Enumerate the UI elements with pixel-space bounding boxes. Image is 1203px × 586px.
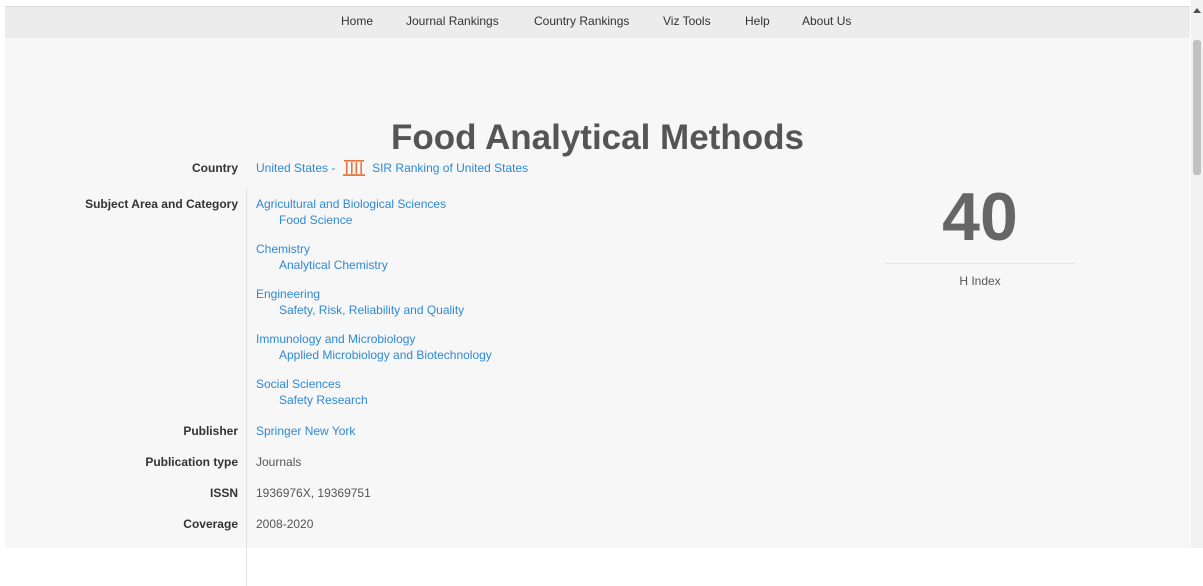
top-navbar: Home Journal Rankings Country Rankings V… xyxy=(5,6,1190,39)
publisher-link[interactable]: Springer New York xyxy=(256,423,355,439)
country-link[interactable]: United States xyxy=(256,161,328,175)
nav-home[interactable]: Home xyxy=(341,14,373,28)
page-title: Food Analytical Methods xyxy=(391,118,804,157)
scroll-up-arrow-icon[interactable] xyxy=(1193,8,1201,13)
subject-category-link[interactable]: Food Science xyxy=(256,212,446,228)
subject-category-link[interactable]: Applied Microbiology and Biotechnology xyxy=(256,347,492,363)
sir-ranking-link[interactable]: SIR Ranking of United States xyxy=(372,161,528,175)
subject-area-link[interactable]: Immunology and Microbiology xyxy=(256,331,492,347)
subject-group: Agricultural and Biological Sciences Foo… xyxy=(256,196,446,228)
subject-area-label: Subject Area and Category xyxy=(85,197,238,211)
h-index-divider xyxy=(885,263,1075,264)
sir-ranking-icon[interactable] xyxy=(342,160,365,180)
subject-area-link[interactable]: Engineering xyxy=(256,286,464,302)
country-separator: - xyxy=(331,161,336,175)
journal-content: Food Analytical Methods Country United S… xyxy=(5,38,1190,586)
country-row: United States - SIR Ranking of United St… xyxy=(256,160,528,180)
scrollbar-thumb[interactable] xyxy=(1193,40,1201,175)
subject-group: Social Sciences Safety Research xyxy=(256,376,368,408)
nav-journal-rankings[interactable]: Journal Rankings xyxy=(406,14,499,28)
subject-category-link[interactable]: Analytical Chemistry xyxy=(256,257,388,273)
subject-area-link[interactable]: Social Sciences xyxy=(256,376,368,392)
subject-group: Engineering Safety, Risk, Reliability an… xyxy=(256,286,464,318)
subject-group: Chemistry Analytical Chemistry xyxy=(256,241,388,273)
subject-area-link[interactable]: Chemistry xyxy=(256,241,388,257)
coverage-value: 2008-2020 xyxy=(256,517,314,531)
nav-help[interactable]: Help xyxy=(745,14,770,28)
publication-type-value: Journals xyxy=(256,455,302,469)
subject-area-link[interactable]: Agricultural and Biological Sciences xyxy=(256,196,446,212)
nav-about-us[interactable]: About Us xyxy=(802,14,851,28)
country-label: Country xyxy=(192,161,238,175)
publisher-label: Publisher xyxy=(183,424,238,438)
coverage-label: Coverage xyxy=(183,517,238,531)
issn-label: ISSN xyxy=(209,486,238,500)
label-divider xyxy=(246,188,247,586)
h-index-value: 40 xyxy=(942,179,1018,255)
issn-value: 1936976X, 19369751 xyxy=(256,486,371,500)
subject-category-link[interactable]: Safety, Risk, Reliability and Quality xyxy=(256,302,464,318)
nav-viz-tools[interactable]: Viz Tools xyxy=(663,14,711,28)
h-index-label: H Index xyxy=(959,274,1001,288)
publication-type-label: Publication type xyxy=(145,455,238,469)
subject-group: Immunology and Microbiology Applied Micr… xyxy=(256,331,492,363)
subject-category-link[interactable]: Safety Research xyxy=(256,392,368,408)
nav-country-rankings[interactable]: Country Rankings xyxy=(534,14,629,28)
